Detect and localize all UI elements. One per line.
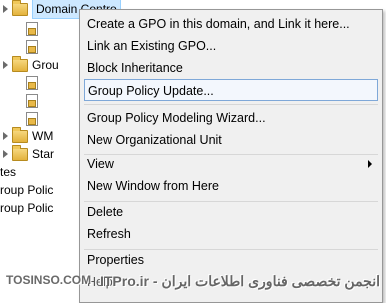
gpo-link-icon [26,76,38,90]
menu-item-new-window-from-here[interactable]: New Window from Here [84,175,378,197]
tree-item-label: roup Polic [0,201,54,215]
tree-item-gpo-link[interactable] [26,92,42,110]
menu-item-link-existing-gpo[interactable]: Link an Existing GPO... [84,35,378,57]
gpo-link-icon [26,94,38,108]
expand-arrow-icon[interactable] [2,60,10,70]
tree-item-label: tes [0,165,17,179]
tree-item-label: Star [32,147,55,161]
tree-item-gpo-link[interactable] [26,110,42,128]
expand-arrow-icon[interactable] [2,4,10,14]
gpo-link-icon [26,112,38,126]
menu-item-group-policy-update[interactable]: Group Policy Update... [84,79,378,101]
menu-item-view-label: View [87,157,114,171]
folder-icon [12,126,28,143]
folder-icon [12,55,28,72]
menu-item-properties[interactable]: Properties [84,249,378,271]
folder-icon [12,0,28,16]
menu-item-refresh[interactable]: Refresh [84,223,378,245]
context-menu: Create a GPO in this domain, and Link it… [79,9,383,303]
menu-item-help[interactable]: Help [84,271,378,293]
gpo-link-icon [26,22,38,36]
tree-item-label: roup Polic [0,183,54,197]
menu-separator [84,104,378,105]
menu-item-new-organizational-unit[interactable]: New Organizational Unit [84,129,378,151]
tree-item-group-folder[interactable]: Grou [2,55,59,74]
expand-arrow-icon[interactable] [2,131,10,141]
tree-item-gpo-link[interactable] [26,20,42,38]
tree-item-gpo-link[interactable] [26,38,42,56]
menu-item-create-gpo[interactable]: Create a GPO in this domain, and Link it… [84,13,378,35]
folder-icon [12,144,28,161]
tree-item-label: Grou [32,58,59,72]
menu-item-view[interactable]: View [84,153,378,175]
tree-item-wmi-filters[interactable]: WM [2,126,54,145]
menu-item-group-policy-modeling-wizard[interactable]: Group Policy Modeling Wizard... [84,107,378,129]
tree-item-label: WM [32,129,54,143]
gpo-link-icon [26,40,38,54]
submenu-arrow-icon [368,160,372,168]
menu-item-delete[interactable]: Delete [84,201,378,223]
tree-item-gpo-link[interactable] [26,74,42,92]
tree-item-group-policy-results[interactable]: roup Polic [0,199,53,217]
tree-item-starter-gpos[interactable]: Star [2,144,55,163]
tree-item-group-policy-modeling[interactable]: roup Polic [0,181,53,199]
expand-arrow-icon[interactable] [2,149,10,159]
menu-item-block-inheritance[interactable]: Block Inheritance [84,57,378,79]
gpmc-tree-pane: Domain Contro Grou WM Star tes roup Poli… [0,0,121,303]
tree-item-sites[interactable]: tes [0,163,16,181]
